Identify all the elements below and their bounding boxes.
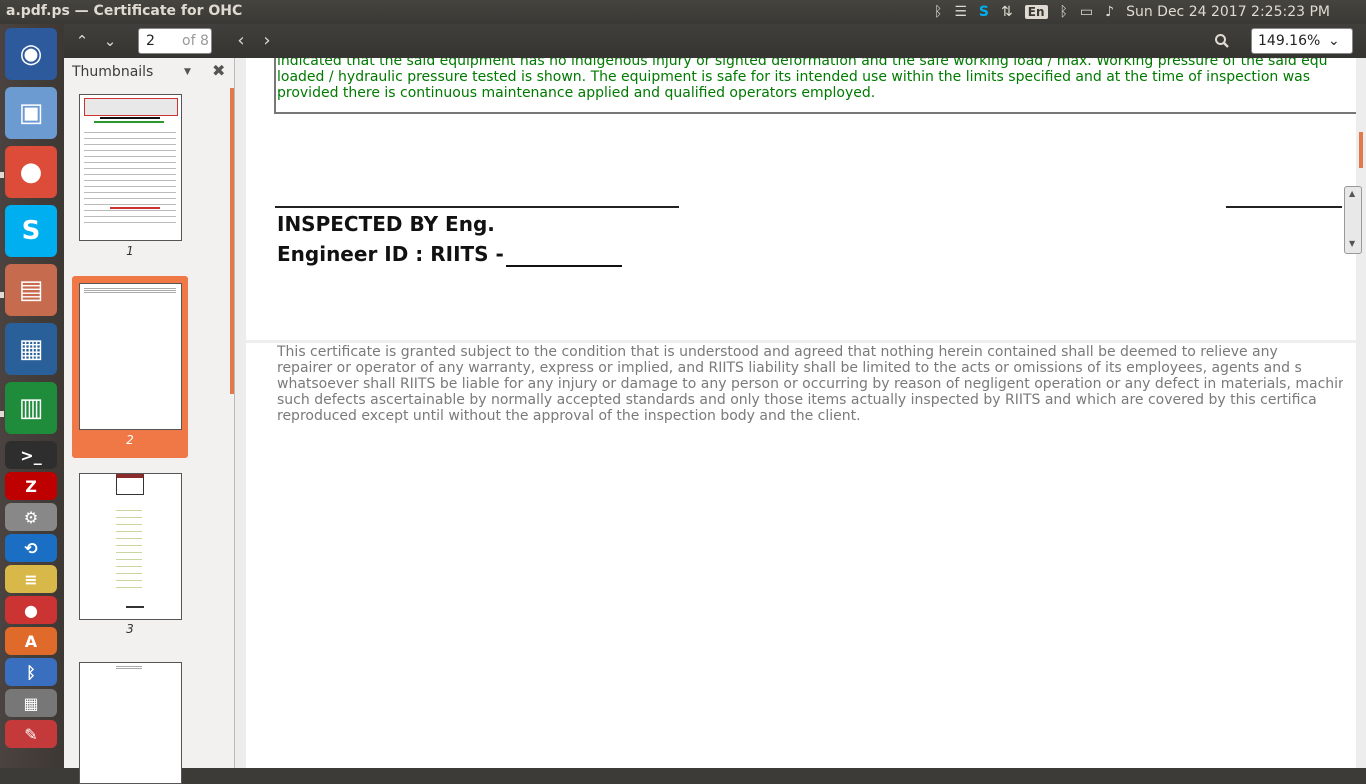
launcher-notes-icon[interactable]: ≡ bbox=[5, 565, 57, 593]
disclaimer-line: This certificate is granted subject to t… bbox=[277, 344, 1278, 360]
thumbnail-label: 3 bbox=[126, 622, 134, 636]
close-icon[interactable]: ✖ bbox=[212, 61, 225, 80]
chevron-right-icon[interactable]: › bbox=[254, 27, 280, 54]
document-page: indicated that the said equipment has no… bbox=[246, 58, 1356, 768]
launcher-ubuntu-dash-icon[interactable]: ◉ bbox=[5, 28, 57, 80]
chevron-up-icon[interactable]: ⌃ bbox=[68, 27, 96, 54]
disclaimer-line: whatsoever shall RIITS be liable for any… bbox=[277, 376, 1343, 392]
sidebar-header: Thumbnails ▼ ✖ bbox=[64, 58, 234, 86]
bluetooth-icon[interactable]: ᛒ bbox=[1060, 4, 1068, 20]
launcher-files-icon[interactable]: ▤ bbox=[5, 264, 57, 316]
system-tray: ᛒ ☰ S ⇅ En ᛒ ▭ ♪ Sun Dec 24 2017 2:25:23… bbox=[928, 0, 1366, 24]
disclaimer-line: repairer or operator of any warranty, ex… bbox=[277, 360, 1302, 376]
launcher-calculator-icon[interactable]: ▦ bbox=[5, 689, 57, 717]
triangle-down-icon[interactable]: ▼ bbox=[184, 67, 191, 77]
top-panel: a.pdf.ps — Certificate for OHC ᛒ ☰ S ⇅ E… bbox=[0, 0, 1366, 24]
thumbnail-label: 2 bbox=[126, 433, 134, 447]
scroll-up-icon[interactable]: ▲ bbox=[1349, 189, 1355, 198]
scroll-indicator bbox=[1359, 132, 1363, 168]
disclaimer-line: such defects ascertainable by normally a… bbox=[277, 392, 1317, 408]
zoom-value: 149.16% bbox=[1258, 33, 1321, 49]
running-indicator bbox=[0, 292, 4, 298]
window-title: a.pdf.ps — Certificate for OHC bbox=[6, 3, 243, 19]
thumbnails-sidebar: Thumbnails ▼ ✖ 1 2 3 bbox=[64, 58, 235, 784]
disclaimer-line: reproduced except until without the appr… bbox=[277, 408, 861, 424]
bluetooth-icon[interactable]: ᛒ bbox=[934, 4, 942, 20]
network-updown-icon[interactable]: ⇅ bbox=[1001, 4, 1013, 20]
signature-line bbox=[1226, 206, 1342, 208]
document-view[interactable]: indicated that the said equipment has no… bbox=[235, 58, 1366, 768]
launcher-libreoffice-calc-icon[interactable]: ▥ bbox=[5, 382, 57, 434]
page-total-label: of 8 bbox=[182, 33, 209, 49]
thumbnail-page-1[interactable] bbox=[79, 94, 182, 241]
launcher-virtualbox-icon[interactable]: ▣ bbox=[5, 87, 57, 139]
skype-icon[interactable]: S bbox=[979, 4, 989, 20]
launcher-filezilla-icon[interactable]: Z bbox=[5, 472, 57, 500]
volume-icon[interactable]: ♪ bbox=[1105, 4, 1114, 20]
launcher-libreoffice-impress-icon[interactable]: ▦ bbox=[5, 323, 57, 375]
inspection-text-line: loaded / hydraulic pressure tested is sh… bbox=[277, 69, 1311, 85]
chevron-down-icon: ⌄ bbox=[1328, 33, 1340, 49]
scroll-down-icon[interactable]: ▼ bbox=[1349, 239, 1355, 248]
inspection-text-line: indicated that the said equipment has no… bbox=[277, 58, 1328, 69]
thumbnail-page-4[interactable] bbox=[79, 662, 182, 784]
launcher: ◉ ▣ ● S ▤ ▦ ▥ >_ Z ⚙ ⟲ ≡ ● A ᛒ ▦ ✎ bbox=[0, 24, 65, 768]
current-page-value[interactable]: 2 bbox=[139, 33, 172, 49]
launcher-bluetooth-icon[interactable]: ᛒ bbox=[5, 658, 57, 686]
document-scrollbar[interactable]: ▲ ▼ bbox=[1344, 186, 1362, 254]
launcher-chrome-icon[interactable]: ● bbox=[5, 146, 57, 198]
chevron-left-icon[interactable]: ‹ bbox=[228, 27, 254, 54]
launcher-app-orange-icon[interactable]: A bbox=[5, 627, 57, 655]
page-number-field[interactable]: 2 of 8 bbox=[138, 28, 212, 54]
thumbnail-label: 1 bbox=[126, 244, 134, 258]
launcher-document-viewer-icon[interactable]: ✎ bbox=[5, 720, 57, 748]
thumbnail-page-2[interactable] bbox=[79, 283, 182, 430]
launcher-settings-icon[interactable]: ⚙ bbox=[5, 503, 57, 531]
keyboard-language[interactable]: En bbox=[1024, 5, 1048, 19]
engineer-id-blank bbox=[506, 265, 622, 267]
launcher-app-red-icon[interactable]: ● bbox=[5, 596, 57, 624]
inspection-text-line: provided there is continuous maintenance… bbox=[277, 85, 876, 101]
sidebar-title[interactable]: Thumbnails bbox=[64, 64, 184, 80]
engineer-id-label: Engineer ID : RIITS - bbox=[277, 242, 504, 266]
clock[interactable]: Sun Dec 24 2017 2:25:23 PM bbox=[1126, 4, 1330, 20]
running-indicator bbox=[0, 411, 4, 417]
list-icon[interactable]: ☰ bbox=[954, 4, 967, 20]
divider bbox=[246, 340, 1356, 343]
zoom-select[interactable]: 149.16% ⌄ bbox=[1251, 28, 1353, 54]
battery-icon[interactable]: ▭ bbox=[1080, 4, 1093, 20]
inspected-by-label: INSPECTED BY Eng. bbox=[277, 212, 495, 236]
toolbar: ⌃ ⌄ 2 of 8 ‹ › 149.16% ⌄ bbox=[64, 24, 1366, 59]
signature-line bbox=[275, 206, 679, 208]
launcher-skype-icon[interactable]: S bbox=[5, 205, 57, 257]
running-indicator bbox=[0, 172, 4, 178]
sidebar-scrollbar[interactable] bbox=[230, 88, 234, 394]
search-icon[interactable] bbox=[1208, 27, 1236, 54]
chevron-down-icon[interactable]: ⌄ bbox=[96, 27, 124, 54]
launcher-sync-icon[interactable]: ⟲ bbox=[5, 534, 57, 562]
thumbnail-page-3[interactable] bbox=[79, 473, 182, 620]
launcher-terminal-icon[interactable]: >_ bbox=[5, 441, 57, 469]
